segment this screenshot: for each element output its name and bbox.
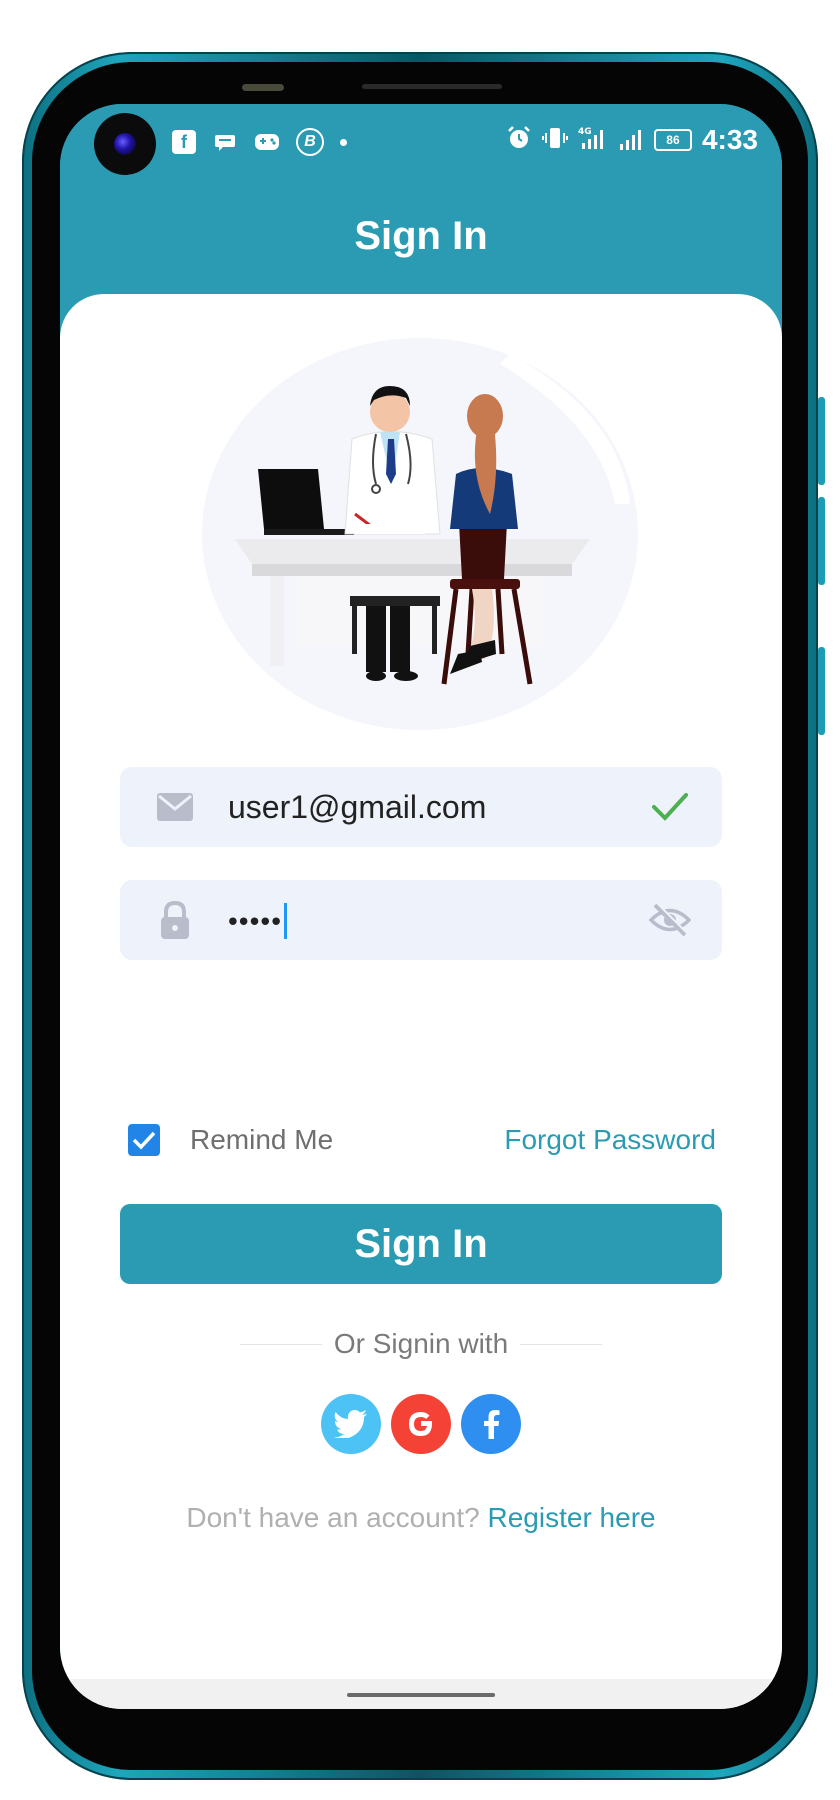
clock: 4:33 (701, 124, 758, 155)
twitter-login-button[interactable] (321, 1394, 381, 1454)
more-notifications-dot (340, 138, 347, 146)
notification-icons: f B (172, 128, 347, 156)
twitter-icon (334, 1410, 367, 1438)
volume-down-button (818, 497, 825, 585)
lock-icon (150, 900, 200, 940)
alarm-icon (506, 125, 532, 156)
status-bar: f B 4G 86 4:33 (60, 104, 782, 184)
password-input[interactable]: ••••• (228, 901, 648, 940)
earpiece-speaker (362, 84, 502, 89)
vibrate-icon (541, 126, 568, 155)
svg-text:4G: 4G (578, 127, 592, 137)
remember-checkbox[interactable] (128, 1124, 160, 1156)
system-nav-bar (60, 1679, 782, 1709)
signal-4g-icon: 4G (578, 125, 608, 156)
facebook-icon: f (172, 130, 196, 154)
google-icon (409, 1412, 433, 1436)
register-prompt-text: Don't have an account? (186, 1502, 480, 1533)
mail-icon (150, 792, 200, 822)
remember-row: Remind Me Forgot Password (120, 1120, 722, 1160)
social-divider-label: Or Signin with (333, 1328, 509, 1359)
visibility-toggle-icon[interactable] (648, 903, 692, 937)
status-right: 4G 86 4:33 (506, 124, 758, 156)
register-link[interactable]: Register here (488, 1502, 656, 1533)
password-field[interactable]: ••••• (120, 880, 722, 960)
password-masked-value: ••••• (228, 905, 283, 937)
proximity-sensor (242, 84, 284, 91)
volume-up-button (818, 397, 825, 485)
remember-label[interactable]: Remind Me (190, 1124, 333, 1156)
check-icon (648, 792, 692, 822)
power-button (818, 647, 825, 735)
app-screen: f B 4G 86 4:33 Sign In user1@gmail.com •… (60, 104, 782, 1709)
game-icon (254, 129, 280, 155)
front-camera (94, 113, 156, 175)
social-login-buttons (60, 1394, 782, 1454)
signal-icon (618, 126, 644, 155)
register-prompt: Don't have an account? Register here (60, 1502, 782, 1534)
email-input[interactable]: user1@gmail.com (228, 789, 648, 826)
bitcoin-icon: B (296, 128, 324, 156)
facebook-icon (484, 1410, 500, 1439)
page-title: Sign In (354, 214, 488, 258)
home-indicator[interactable] (347, 1693, 495, 1697)
message-icon (212, 129, 238, 155)
device-screenshot: f B 4G 86 4:33 Sign In user1@gmail.com •… (0, 0, 840, 1800)
social-divider: Or Signin with (240, 1328, 603, 1360)
google-login-button[interactable] (391, 1394, 451, 1454)
forgot-password-link[interactable]: Forgot Password (504, 1124, 716, 1156)
divider-line-left (240, 1343, 322, 1345)
divider-line-right (520, 1343, 603, 1345)
email-field[interactable]: user1@gmail.com (120, 767, 722, 847)
text-cursor (284, 903, 288, 940)
signin-card: user1@gmail.com ••••• Remind Me Forgot P… (60, 294, 782, 1709)
signin-button[interactable]: Sign In (120, 1204, 722, 1284)
doctor-patient-illustration (202, 338, 638, 730)
facebook-login-button[interactable] (461, 1394, 521, 1454)
battery-indicator: 86 (653, 129, 692, 151)
